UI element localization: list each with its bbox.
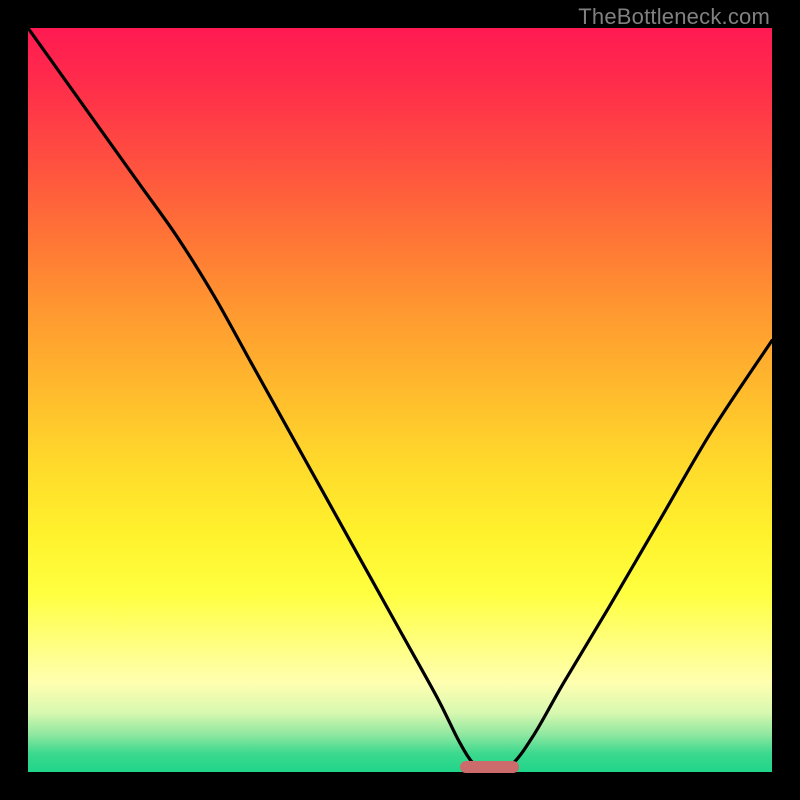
plot-area xyxy=(28,28,772,772)
optimal-marker xyxy=(460,761,520,773)
chart-frame: TheBottleneck.com xyxy=(0,0,800,800)
watermark-text: TheBottleneck.com xyxy=(578,4,770,30)
bottleneck-curve xyxy=(28,28,772,772)
